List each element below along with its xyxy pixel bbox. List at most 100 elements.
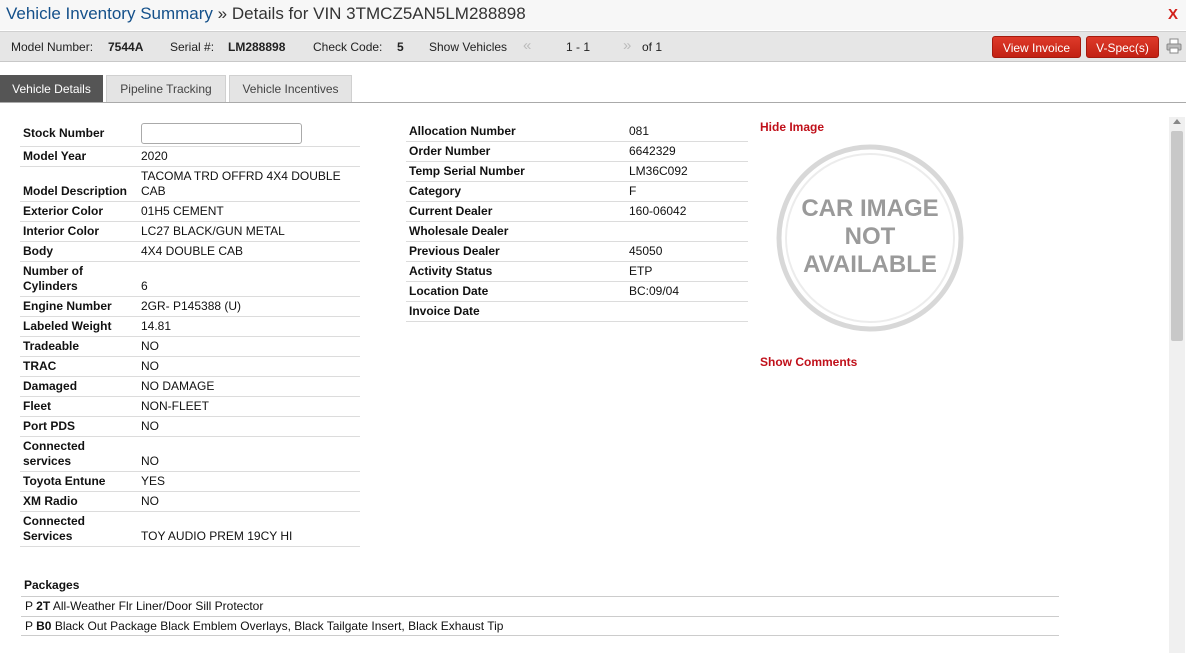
- field-label: Connected services: [20, 436, 138, 472]
- placeholder-text-1: CAR IMAGE: [801, 195, 938, 222]
- allocation-rows: Allocation Number 081 Order Number 6642329 T…: [406, 122, 748, 322]
- field-label: Toyota Entune: [20, 471, 138, 492]
- field-value: NON-FLEET: [138, 396, 360, 417]
- package-description: All-Weather Flr Liner/Door Sill Protecto…: [52, 599, 264, 613]
- package-code: B0: [36, 619, 52, 633]
- table-row: Fleet NON-FLEET: [20, 396, 360, 417]
- model-number-label: Model Number:: [11, 40, 94, 54]
- field-value: LM36C092: [626, 161, 748, 182]
- model-number-value: 7544A: [108, 40, 144, 54]
- vehicle-details-table: Stock Number Model Year 2020 Model Descrip…: [20, 120, 360, 547]
- table-row: Stock Number: [20, 120, 360, 147]
- field-value: NO: [138, 356, 360, 377]
- tab-vehicle-incentives[interactable]: Vehicle Incentives: [229, 75, 352, 102]
- package-prefix: P: [25, 619, 33, 633]
- title-bar: Vehicle Inventory Summary » Details for …: [0, 0, 1186, 30]
- field-label: Model Description: [20, 166, 138, 202]
- field-label: TRAC: [20, 356, 138, 377]
- table-row: Connected services NO: [20, 436, 360, 472]
- field-label: Number of Cylinders: [20, 261, 138, 297]
- field-label: Engine Number: [20, 296, 138, 317]
- next-page-arrow-icon[interactable]: »: [623, 37, 631, 54]
- table-row: Allocation Number 081: [406, 122, 748, 142]
- field-label: Order Number: [406, 141, 626, 162]
- serial-label: Serial #:: [170, 40, 215, 54]
- field-value: NO: [138, 436, 360, 472]
- scrollbar-thumb[interactable]: [1171, 131, 1183, 341]
- vehicle-info-bar: Model Number: 7544A Serial #: LM288898 C…: [0, 31, 1186, 62]
- field-value: TOY AUDIO PREM 19CY HI: [138, 511, 360, 547]
- placeholder-text-2: NOT: [845, 223, 896, 250]
- table-row: Temp Serial Number LM36C092: [406, 161, 748, 182]
- table-row: Tradeable NO: [20, 336, 360, 357]
- field-label: Category: [406, 181, 626, 202]
- serial-value: LM288898: [228, 40, 286, 54]
- table-row: Invoice Date: [406, 301, 748, 322]
- field-value: YES: [138, 471, 360, 492]
- field-value: 6642329: [626, 141, 748, 162]
- table-row: Location Date BC:09/04: [406, 281, 748, 302]
- printer-icon[interactable]: [1166, 38, 1182, 54]
- table-row: Category F: [406, 181, 748, 202]
- table-row: Engine Number 2GR- P145388 (U): [20, 296, 360, 317]
- field-label: XM Radio: [20, 491, 138, 512]
- tab-pipeline-tracking[interactable]: Pipeline Tracking: [106, 75, 226, 102]
- field-value: 2GR- P145388 (U): [138, 296, 360, 317]
- scroll-up-arrow-icon[interactable]: [1173, 119, 1181, 124]
- table-row: Interior Color LC27 BLACK/GUN METAL: [20, 221, 360, 242]
- table-row: Model Description TACOMA TRD OFFRD 4X4 DO…: [20, 166, 360, 202]
- page-range: 1 - 1: [566, 40, 591, 54]
- field-value: ETP: [626, 261, 748, 282]
- show-comments-link[interactable]: Show Comments: [760, 355, 857, 369]
- field-label: Temp Serial Number: [406, 161, 626, 182]
- table-row: TRAC NO: [20, 356, 360, 377]
- page-title: Vehicle Inventory Summary » Details for …: [6, 4, 526, 24]
- table-row: Exterior Color 01H5 CEMENT: [20, 201, 360, 222]
- field-label: Current Dealer: [406, 201, 626, 222]
- prev-page-arrow-icon[interactable]: «: [523, 37, 531, 54]
- field-value: 14.81: [138, 316, 360, 337]
- field-value: F: [626, 181, 748, 202]
- tab-vehicle-details[interactable]: Vehicle Details: [0, 75, 103, 102]
- breadcrumb-inventory-summary-link[interactable]: Vehicle Inventory Summary: [6, 4, 213, 23]
- field-label: Tradeable: [20, 336, 138, 357]
- tab-divider: [0, 102, 1186, 103]
- field-label: Wholesale Dealer: [406, 221, 626, 242]
- field-label: Labeled Weight: [20, 316, 138, 337]
- field-label: Exterior Color: [20, 201, 138, 222]
- package-row: P B0 Black Out Package Black Emblem Over…: [21, 616, 1059, 636]
- field-label: Connected Services: [20, 511, 138, 547]
- field-label: Damaged: [20, 376, 138, 397]
- table-row: Labeled Weight 14.81: [20, 316, 360, 337]
- field-label: Interior Color: [20, 221, 138, 242]
- vin-details-title: Details for VIN 3TMCZ5AN5LM288898: [231, 4, 526, 23]
- check-code-value: 5: [397, 40, 404, 54]
- field-value: [626, 221, 748, 242]
- field-label: Previous Dealer: [406, 241, 626, 262]
- table-row: Current Dealer 160-06042: [406, 201, 748, 222]
- table-row: XM Radio NO: [20, 491, 360, 512]
- field-value: NO: [138, 416, 360, 437]
- table-row: Number of Cylinders 6: [20, 261, 360, 297]
- close-icon[interactable]: X: [1168, 6, 1178, 23]
- field-label: Location Date: [406, 281, 626, 302]
- stock-number-input[interactable]: [141, 122, 302, 144]
- package-row: P 2T All-Weather Flr Liner/Door Sill Pro…: [21, 596, 1059, 615]
- field-value: NO: [138, 491, 360, 512]
- field-label: Body: [20, 241, 138, 262]
- table-row: Connected Services TOY AUDIO PREM 19CY HI: [20, 511, 360, 547]
- field-label: Fleet: [20, 396, 138, 417]
- table-row: Port PDS NO: [20, 416, 360, 437]
- package-description: Black Out Package Black Emblem Overlays,…: [54, 619, 504, 633]
- field-value: BC:09/04: [626, 281, 748, 302]
- field-value: 2020: [138, 146, 360, 167]
- table-row: Previous Dealer 45050: [406, 241, 748, 262]
- page-total: of 1: [642, 40, 663, 54]
- field-label: Activity Status: [406, 261, 626, 282]
- allocation-details-table: Allocation Number 081 Order Number 6642329 T…: [406, 122, 748, 322]
- field-value: 081: [626, 122, 748, 142]
- hide-image-link[interactable]: Hide Image: [760, 120, 824, 134]
- package-code: 2T: [36, 599, 51, 613]
- v-spec-button[interactable]: V-Spec(s): [1086, 36, 1159, 58]
- view-invoice-button[interactable]: View Invoice: [992, 36, 1081, 58]
